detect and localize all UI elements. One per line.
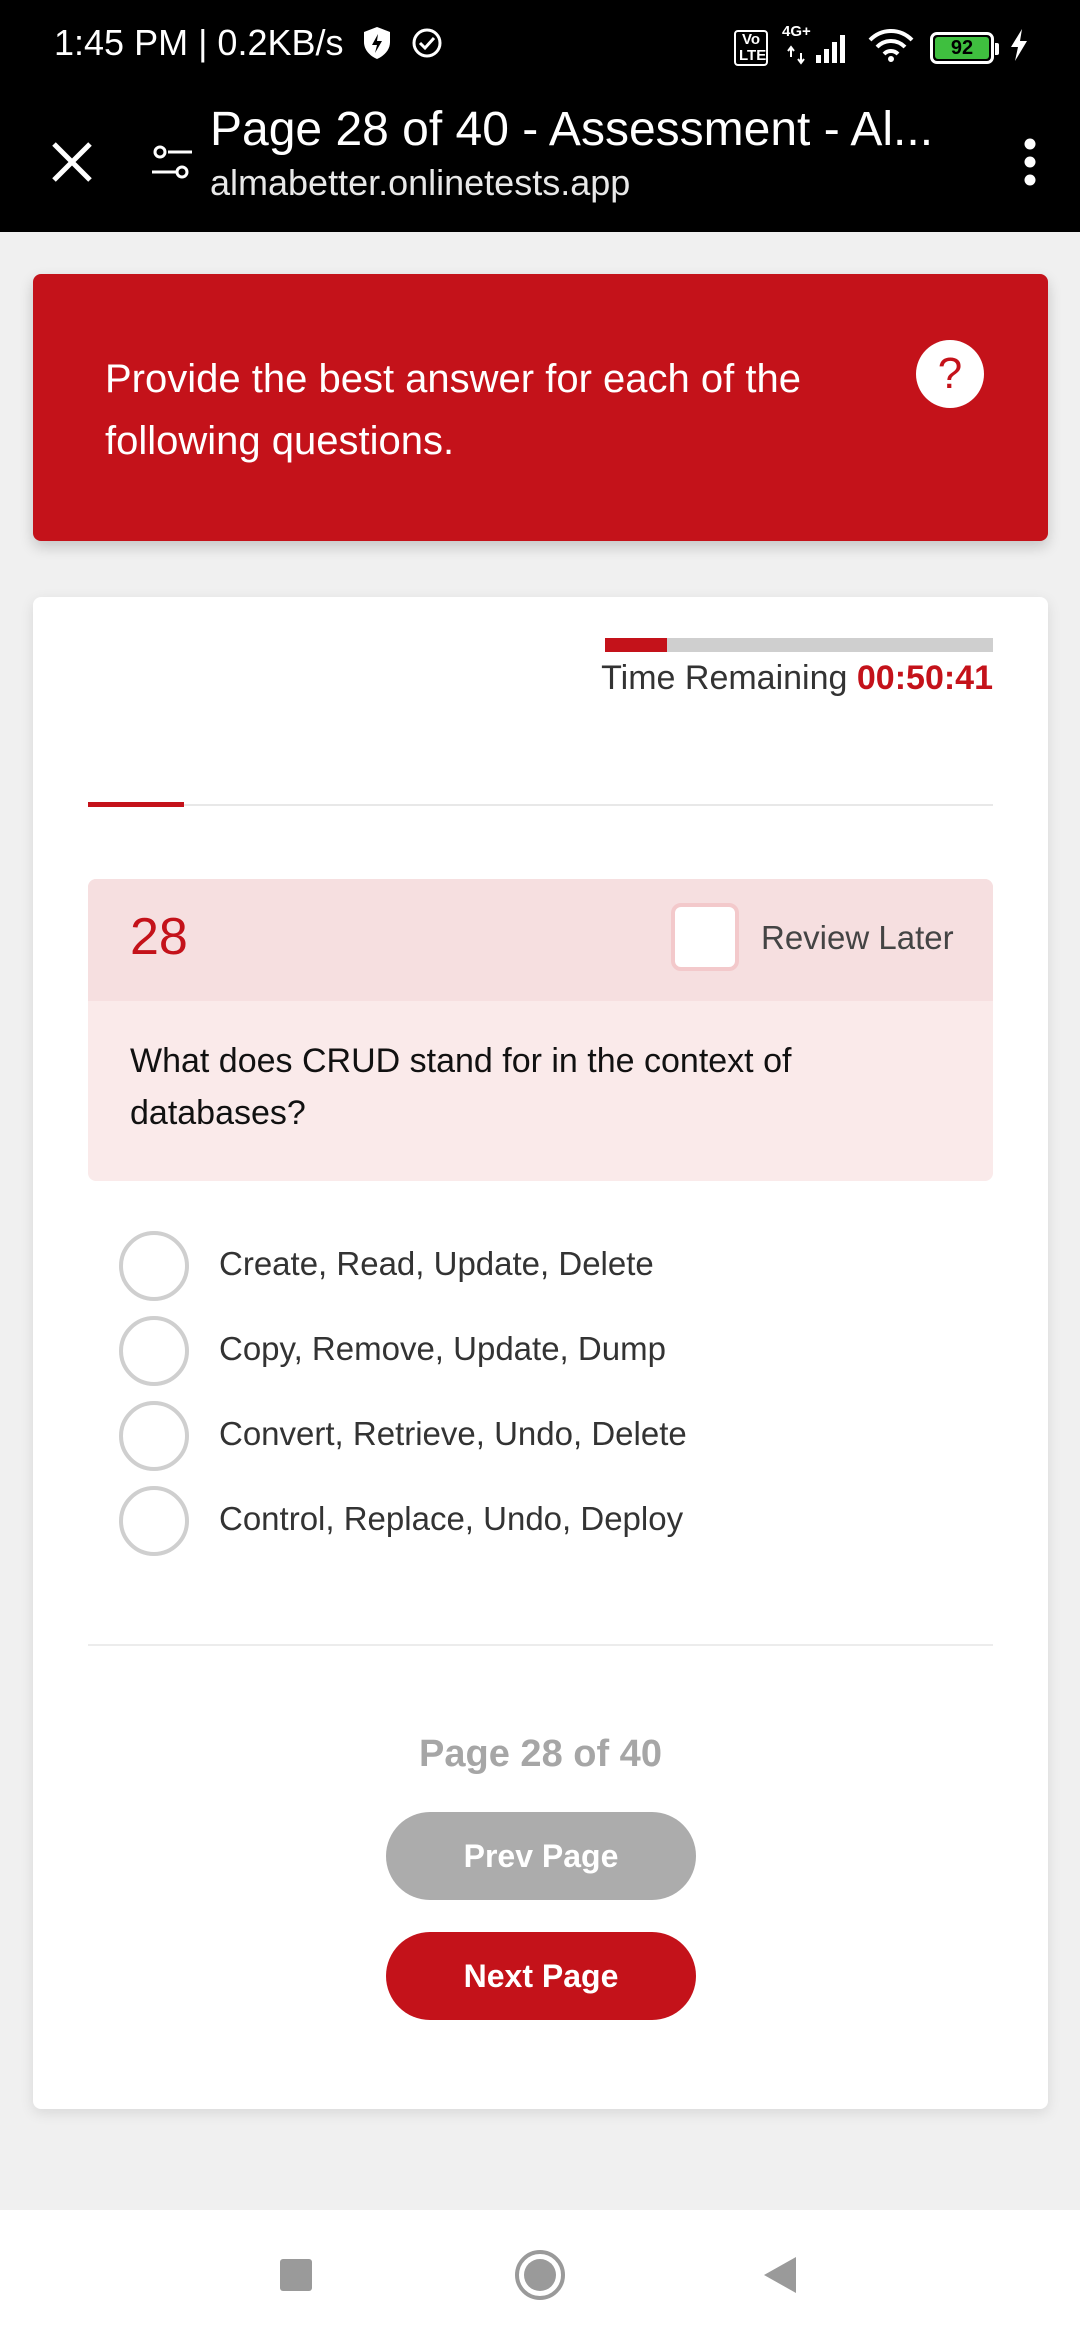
radio-button[interactable] — [119, 1231, 189, 1301]
battery-icon: 92 — [930, 31, 999, 64]
time-remaining: Time Remaining 00:50:41 — [601, 659, 993, 698]
wifi-icon — [866, 26, 916, 69]
time-remaining-value: 00:50:41 — [856, 659, 993, 697]
section-progress-fill — [88, 802, 184, 807]
page-title: Page 28 of 40 - Assessment - Al... — [210, 103, 934, 156]
back-icon — [764, 2257, 796, 2293]
recents-button[interactable] — [236, 2210, 356, 2340]
question-number: 28 — [130, 908, 188, 966]
check-circle-icon — [410, 26, 444, 60]
question-box: 28 Review Later What does CRUD stand for… — [88, 879, 993, 1181]
system-nav-bar — [0, 2210, 1080, 2340]
question-text: What does CRUD stand for in the context … — [130, 1042, 792, 1132]
answer-option-label[interactable]: Create, Read, Update, Delete — [219, 1245, 654, 1283]
battery-level: 92 — [935, 36, 989, 59]
status-time-speed: 1:45 PM | 0.2KB/s — [54, 22, 344, 63]
divider — [88, 1644, 993, 1646]
instructions-banner: Provide the best answer for each of the … — [33, 274, 1048, 541]
answer-option-label[interactable]: Copy, Remove, Update, Dump — [219, 1330, 666, 1368]
recents-icon — [280, 2259, 312, 2291]
help-icon: ? — [937, 349, 963, 398]
close-button[interactable] — [36, 126, 108, 198]
answer-option[interactable]: Copy, Remove, Update, Dump — [119, 1316, 939, 1401]
instructions-text: Provide the best answer for each of the … — [105, 357, 801, 463]
radio-button[interactable] — [119, 1401, 189, 1471]
time-progress-bar — [605, 638, 993, 652]
more-vert-icon — [1024, 138, 1036, 186]
answer-option[interactable]: Convert, Retrieve, Undo, Delete — [119, 1401, 939, 1486]
answer-option-label[interactable]: Control, Replace, Undo, Deploy — [219, 1500, 683, 1538]
browser-bar: Page 28 of 40 - Assessment - Al... almab… — [0, 96, 1080, 232]
overflow-menu-button[interactable] — [1002, 126, 1058, 198]
time-remaining-label: Time Remaining — [601, 659, 848, 697]
answer-option-label[interactable]: Convert, Retrieve, Undo, Delete — [219, 1415, 687, 1453]
volte-icon: Vo LTE — [734, 29, 768, 66]
time-progress-fill — [605, 638, 668, 652]
charging-icon — [1008, 28, 1030, 67]
section-progress — [88, 802, 993, 807]
home-button[interactable] — [480, 2210, 600, 2340]
tune-icon — [152, 145, 192, 179]
page-url: almabetter.onlinetests.app — [210, 162, 631, 203]
help-button[interactable]: ? — [916, 340, 984, 408]
close-icon — [52, 142, 92, 182]
question-header: 28 Review Later — [88, 879, 993, 1001]
answer-options: Create, Read, Update, Delete Copy, Remov… — [119, 1231, 939, 1571]
page-indicator: Page 28 of 40 — [419, 1733, 662, 1775]
next-page-button[interactable]: Next Page — [386, 1932, 696, 2020]
site-settings-button[interactable] — [140, 126, 204, 198]
question-card: Time Remaining 00:50:41 28 Review Later … — [33, 597, 1048, 2109]
radio-button[interactable] — [119, 1486, 189, 1556]
review-later-label[interactable]: Review Later — [761, 919, 954, 957]
prev-page-button[interactable]: Prev Page — [386, 1812, 696, 1900]
review-later-checkbox[interactable] — [671, 903, 739, 971]
status-bar: 1:45 PM | 0.2KB/s Vo LTE 4G+ 92 — [0, 0, 1080, 96]
answer-option[interactable]: Create, Read, Update, Delete — [119, 1231, 939, 1316]
home-icon — [515, 2250, 565, 2300]
status-right: Vo LTE 4G+ 92 — [734, 23, 1030, 69]
radio-button[interactable] — [119, 1316, 189, 1386]
answer-option[interactable]: Control, Replace, Undo, Deploy — [119, 1486, 939, 1571]
back-button[interactable] — [720, 2210, 840, 2340]
shield-icon — [360, 26, 394, 60]
status-left: 1:45 PM | 0.2KB/s — [54, 22, 444, 64]
signal-icon: 4G+ — [782, 23, 852, 67]
